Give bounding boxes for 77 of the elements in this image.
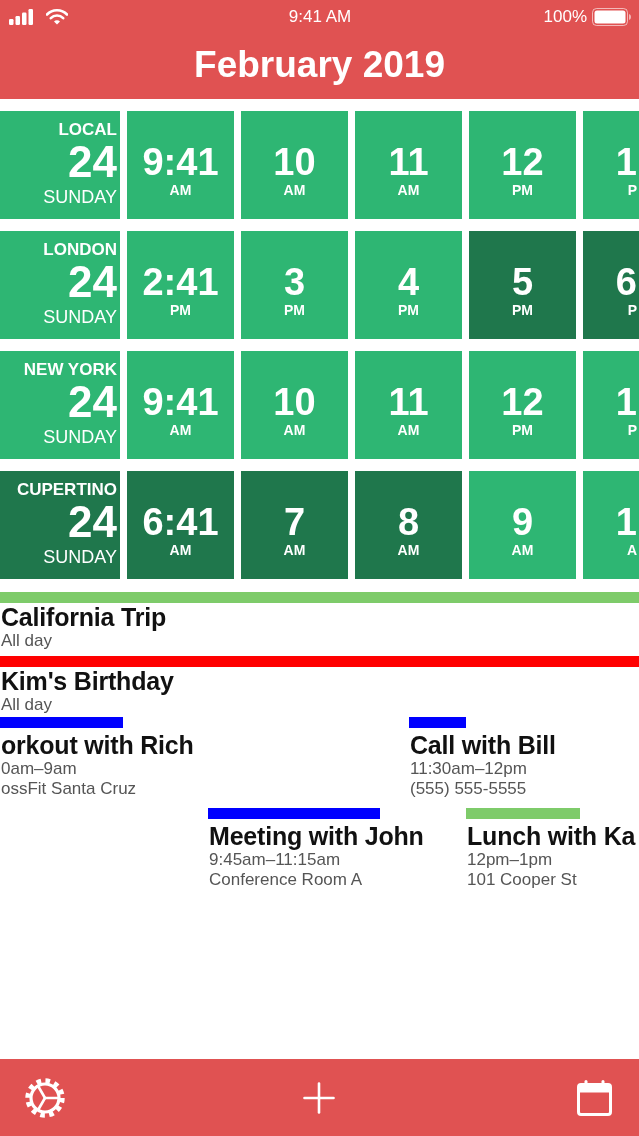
hour-period: AM (397, 181, 420, 198)
weekday-label: SUNDAY (43, 426, 117, 448)
month-title: February 2019 (194, 44, 445, 86)
battery-icon (592, 7, 631, 26)
hour-time: 7 (283, 502, 306, 541)
hour-period: AM (283, 421, 306, 438)
city-name: LOCAL (58, 120, 117, 140)
day-number: 24 (68, 262, 117, 302)
event-title[interactable]: Meeting with John (208, 822, 424, 850)
hour-time: 1 (615, 382, 637, 421)
weekday-label: SUNDAY (43, 306, 117, 328)
event-title[interactable]: California Trip (0, 603, 639, 631)
hour-period: AM (283, 181, 306, 198)
hour-period: A (626, 541, 637, 558)
hour-period: AM (169, 541, 192, 558)
city-name: LONDON (43, 240, 117, 260)
calendar-icon[interactable] (577, 1079, 612, 1116)
day-number: 24 (68, 142, 117, 182)
hour-period: AM (397, 421, 420, 438)
event-location: Conference Room A (208, 870, 364, 890)
hour-period: PM (284, 301, 305, 318)
status-time: 9:41 AM (288, 6, 352, 27)
hour-period: AM (511, 541, 534, 558)
hour-period: PM (512, 301, 533, 318)
hour-period: AM (283, 541, 306, 558)
hour-period: P (627, 421, 637, 438)
event-time: All day (0, 695, 54, 715)
event-location: (555) 555-5555 (409, 779, 528, 799)
hour-time: 4 (397, 262, 420, 301)
hour-period: AM (169, 421, 192, 438)
event-title[interactable]: Kim's Birthday (0, 667, 639, 695)
hour-time: 12 (501, 382, 544, 421)
signal-icon (9, 8, 34, 25)
hour-time: 6:41 (142, 502, 219, 541)
hour-time: 2:41 (142, 262, 219, 301)
city-name: CUPERTINO (16, 480, 117, 500)
hour-period: PM (170, 301, 191, 318)
hour-time: 12 (501, 142, 544, 181)
event-location: 101 Cooper St (466, 870, 578, 890)
hour-time: 10 (273, 382, 316, 421)
hour-time: 8 (397, 502, 420, 541)
hour-time: 3 (283, 262, 306, 301)
weekday-label: SUNDAY (43, 546, 117, 568)
hour-period: P (627, 181, 637, 198)
wifi-icon (46, 8, 68, 25)
hour-time: 11 (388, 142, 429, 181)
hour-period: P (627, 301, 637, 318)
event-title[interactable]: Call with Bill (409, 731, 556, 759)
event-title[interactable]: Lunch with Ka (466, 822, 636, 850)
day-number: 24 (68, 382, 117, 422)
hour-time: 1 (615, 142, 637, 181)
hour-time: 9:41 (142, 142, 219, 181)
event-title[interactable]: orkout with Rich (0, 731, 194, 759)
day-number: 24 (68, 502, 117, 542)
hour-time: 9 (511, 502, 534, 541)
event-time: 11:30am–12pm (409, 759, 528, 779)
event-time: 9:45am–11:15am (208, 850, 342, 870)
hour-time: 9:41 (142, 382, 219, 421)
hour-time: 1 (615, 502, 637, 541)
weekday-label: SUNDAY (43, 186, 117, 208)
add-icon[interactable] (302, 1081, 335, 1114)
event-time: 12pm–1pm (466, 850, 554, 870)
event-location: ossFit Santa Cruz (0, 779, 138, 799)
event-time: 0am–9am (0, 759, 78, 779)
hour-period: AM (169, 181, 192, 198)
hour-period: PM (398, 301, 419, 318)
hour-time: 6 (615, 262, 637, 301)
hour-period: PM (512, 421, 533, 438)
hour-time: 5 (511, 262, 534, 301)
hour-period: PM (512, 181, 533, 198)
hour-time: 10 (273, 142, 316, 181)
hour-time: 11 (388, 382, 429, 421)
city-name: NEW YORK (23, 360, 117, 380)
battery-percent: 100% (543, 6, 587, 27)
event-time: All day (0, 631, 54, 651)
settings-icon[interactable] (25, 1077, 65, 1118)
hour-period: AM (397, 541, 420, 558)
